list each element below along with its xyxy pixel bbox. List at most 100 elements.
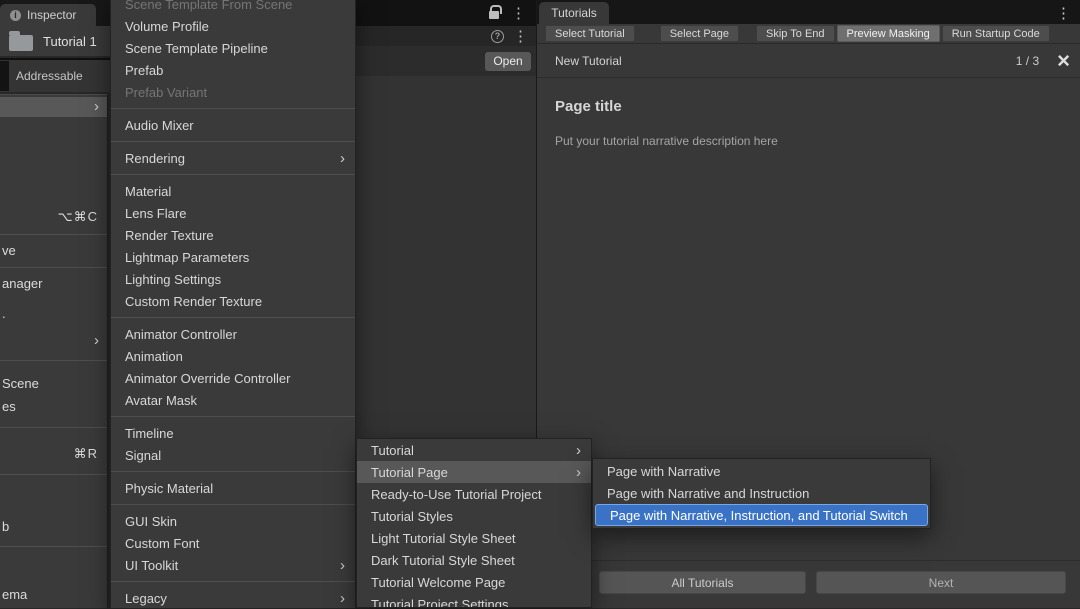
menu-item[interactable]: Signal bbox=[111, 444, 355, 466]
menu-item-fragment[interactable]: ema bbox=[0, 585, 107, 605]
asset-name: Tutorial 1 bbox=[43, 34, 97, 49]
addressable-label: Addressable bbox=[16, 69, 83, 83]
menu-item[interactable]: Lightmap Parameters bbox=[111, 246, 355, 268]
toolbar-button[interactable]: Preview Masking bbox=[837, 25, 940, 42]
menu-item[interactable]: Tutorial Styles bbox=[357, 505, 591, 527]
folder-icon bbox=[9, 35, 33, 51]
menu-item-fragment[interactable]: . bbox=[0, 304, 107, 324]
menu-item[interactable]: Audio Mixer bbox=[111, 114, 355, 136]
menu-item[interactable]: Tutorial Page › bbox=[357, 461, 591, 483]
menu-separator bbox=[0, 427, 107, 428]
menu-separator bbox=[111, 174, 355, 175]
all-tutorials-button[interactable]: All Tutorials bbox=[599, 571, 806, 594]
menu-item-partial[interactable]: › bbox=[0, 331, 107, 351]
submenu-arrow-icon: › bbox=[340, 151, 345, 166]
menu-item[interactable]: Lighting Settings bbox=[111, 268, 355, 290]
menu-item[interactable]: Render Texture bbox=[111, 224, 355, 246]
menu-item[interactable]: Legacy › bbox=[111, 587, 355, 609]
menu-separator bbox=[111, 416, 355, 417]
menu-separator bbox=[0, 474, 107, 475]
kebab-menu-icon[interactable]: ⋮ bbox=[513, 29, 528, 44]
page-description: Put your tutorial narrative description … bbox=[555, 134, 1062, 148]
submenu-arrow-icon: › bbox=[340, 591, 345, 606]
menu-item[interactable]: Physic Material bbox=[111, 477, 355, 499]
menu-item[interactable]: Page with Narrative bbox=[593, 460, 930, 482]
toolbar-button[interactable]: Skip To End bbox=[756, 25, 835, 42]
menu-separator bbox=[111, 108, 355, 109]
toolbar-button[interactable]: Select Tutorial bbox=[545, 25, 635, 42]
submenu-arrow-icon: › bbox=[576, 443, 581, 458]
menu-item[interactable]: GUI Skin bbox=[111, 510, 355, 532]
menu-item-shortcut[interactable]: ⌥⌘C bbox=[0, 207, 107, 227]
menu-item[interactable]: UI Toolkit › bbox=[111, 554, 355, 576]
tutorials-toolbar: Select Tutorial Select Page Skip To EndPre… bbox=[537, 24, 1080, 44]
submenu-arrow-icon: › bbox=[340, 558, 345, 573]
menu-item-create[interactable]: › bbox=[0, 97, 107, 117]
page-progress: 1 / 3 bbox=[1016, 54, 1039, 68]
toolbar-button[interactable]: Run Startup Code bbox=[942, 25, 1050, 42]
menu-item[interactable]: Tutorial Project Settings bbox=[357, 593, 591, 608]
menu-item[interactable]: Timeline bbox=[111, 422, 355, 444]
panel-sub-bar: ? ⋮ bbox=[356, 26, 536, 46]
asset-actions-row: Open bbox=[356, 46, 536, 76]
addressable-checkbox[interactable] bbox=[0, 61, 9, 91]
menu-item[interactable]: Scene Template From Scene bbox=[111, 0, 355, 15]
menu-item-fragment[interactable]: ve bbox=[0, 241, 107, 261]
kebab-menu-icon[interactable]: ⋮ bbox=[511, 6, 526, 21]
menu-item[interactable]: Volume Profile bbox=[111, 15, 355, 37]
menu-item[interactable]: Tutorial Welcome Page bbox=[357, 571, 591, 593]
menu-item[interactable]: Custom Font bbox=[111, 532, 355, 554]
menu-item[interactable]: Tutorial › bbox=[357, 439, 591, 461]
menu-item[interactable]: Page with Narrative and Instruction bbox=[593, 482, 930, 504]
submenu-arrow-icon: › bbox=[94, 331, 99, 351]
menu-separator bbox=[111, 141, 355, 142]
menu-item[interactable]: Animator Controller bbox=[111, 323, 355, 345]
menu-item[interactable]: Page with Narrative, Instruction, and Tu… bbox=[595, 504, 928, 526]
menu-separator bbox=[0, 234, 107, 235]
menu-item[interactable]: Animator Override Controller bbox=[111, 367, 355, 389]
menu-item[interactable]: Prefab Variant bbox=[111, 81, 355, 103]
menu-item[interactable]: Material bbox=[111, 180, 355, 202]
submenu-arrow-icon: › bbox=[94, 97, 99, 117]
tab-strip: i Inspector bbox=[0, 0, 110, 26]
divider bbox=[537, 560, 1080, 561]
close-icon[interactable]: × bbox=[1057, 52, 1070, 70]
menu-item[interactable]: Prefab bbox=[111, 59, 355, 81]
tutorial-name: New Tutorial bbox=[555, 54, 1016, 68]
menu-item-fragment[interactable]: Scene bbox=[0, 374, 107, 394]
menu-separator bbox=[111, 317, 355, 318]
menu-item-fragment[interactable]: es bbox=[0, 397, 107, 417]
unity-editor-window: i Inspector Tutorial 1 Addressable › ⌥⌘C v… bbox=[0, 0, 1080, 608]
page-title: Page title bbox=[555, 98, 1062, 115]
menu-item[interactable]: Avatar Mask bbox=[111, 389, 355, 411]
help-icon[interactable]: ? bbox=[491, 30, 504, 43]
menu-item[interactable]: Animation bbox=[111, 345, 355, 367]
open-button[interactable]: Open bbox=[485, 52, 531, 71]
inspector-tab-label: Inspector bbox=[27, 8, 76, 22]
menu-item[interactable]: Rendering › bbox=[111, 147, 355, 169]
kebab-menu-icon[interactable]: ⋮ bbox=[1056, 4, 1071, 22]
addressable-row: Addressable bbox=[0, 58, 110, 92]
tutorial-header-row: New Tutorial 1 / 3 × bbox=[537, 44, 1080, 78]
tutorial-page-content: Page title Put your tutorial narrative d… bbox=[537, 78, 1080, 168]
menu-item[interactable]: Lens Flare bbox=[111, 202, 355, 224]
create-submenu: Scene Template From Scene Volume Profile… bbox=[110, 0, 356, 609]
lock-icon[interactable] bbox=[489, 11, 499, 19]
toolbar-button[interactable]: Select Page bbox=[660, 25, 739, 42]
inspector-panel: i Inspector Tutorial 1 Addressable › ⌥⌘C v… bbox=[0, 0, 110, 608]
menu-item-shortcut[interactable]: ⌘R bbox=[0, 444, 107, 464]
menu-item[interactable]: Scene Template Pipeline bbox=[111, 37, 355, 59]
menu-item-fragment[interactable]: anager bbox=[0, 274, 107, 294]
menu-item-fragment[interactable]: b bbox=[0, 517, 107, 537]
menu-item[interactable]: Light Tutorial Style Sheet bbox=[357, 527, 591, 549]
tab-strip: Tutorials ⋮ bbox=[537, 0, 1080, 24]
menu-item[interactable]: Custom Render Texture bbox=[111, 290, 355, 312]
tutorial-submenu: Tutorial › Tutorial Page › Ready-to-Use … bbox=[356, 438, 592, 608]
menu-item[interactable]: Ready-to-Use Tutorial Project bbox=[357, 483, 591, 505]
menu-separator bbox=[0, 360, 107, 361]
menu-item[interactable]: Dark Tutorial Style Sheet bbox=[357, 549, 591, 571]
submenu-arrow-icon: › bbox=[576, 465, 581, 480]
tab-inspector[interactable]: i Inspector bbox=[0, 4, 96, 26]
tab-tutorials[interactable]: Tutorials bbox=[539, 2, 609, 24]
next-button[interactable]: Next bbox=[816, 571, 1066, 594]
